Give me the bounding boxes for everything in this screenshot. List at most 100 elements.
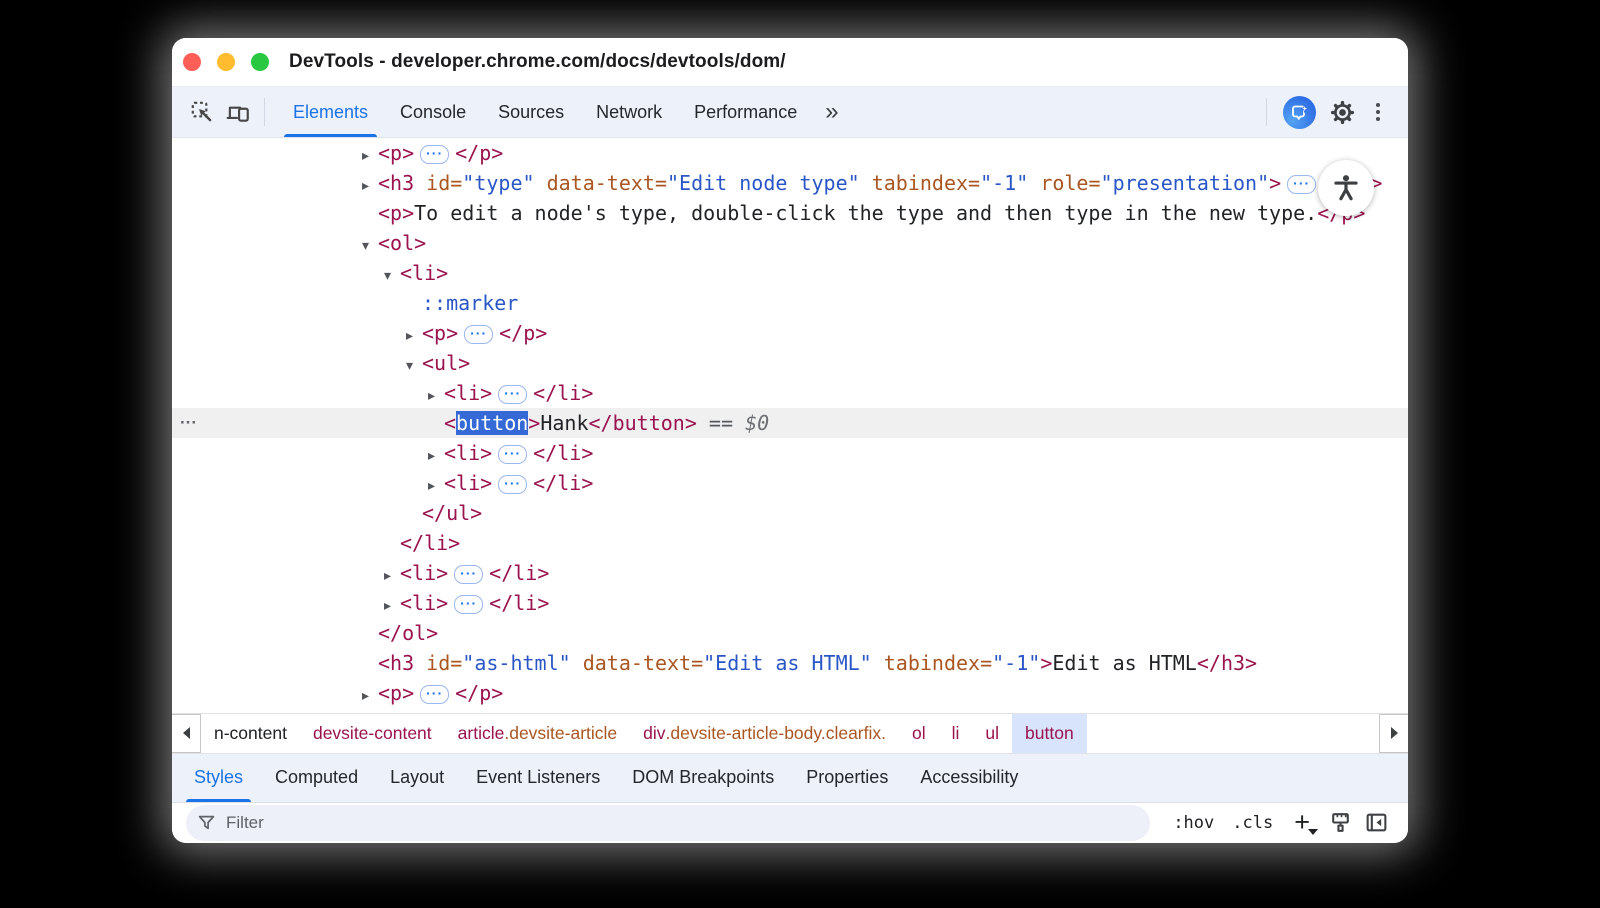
new-style-rule-button[interactable]: + bbox=[1292, 809, 1312, 836]
breadcrumb-item[interactable]: devsite-content bbox=[300, 714, 445, 753]
code-token: ::marker bbox=[422, 291, 518, 315]
more-tabs-button[interactable]: » bbox=[819, 100, 844, 124]
inline-expand-button[interactable]: ··· bbox=[464, 325, 493, 344]
dom-tree-row[interactable]: ▸<li>···</li> bbox=[172, 588, 1408, 618]
tab-console[interactable]: Console bbox=[397, 87, 469, 137]
element-classes-button[interactable]: .cls bbox=[1232, 813, 1273, 833]
code-token: data-text= bbox=[583, 651, 703, 675]
dom-tree-row[interactable]: <p>To edit a node's type, double-click t… bbox=[172, 198, 1408, 228]
brush-icon[interactable] bbox=[1322, 805, 1358, 841]
disclosure-triangle[interactable]: ▾ bbox=[362, 231, 378, 261]
toggle-element-state-button[interactable]: :hov bbox=[1173, 813, 1214, 833]
disclosure-triangle[interactable]: ▸ bbox=[406, 321, 422, 351]
dom-tree-row[interactable]: </ol> bbox=[172, 618, 1408, 648]
left-triangle-icon bbox=[183, 727, 190, 739]
kebab-menu-icon[interactable] bbox=[1360, 94, 1396, 130]
breadcrumb-item[interactable]: n-content bbox=[201, 714, 300, 753]
crumb-scroll-left-button[interactable] bbox=[172, 714, 201, 753]
code-token: </ol> bbox=[378, 621, 438, 645]
disclosure-triangle[interactable]: ▸ bbox=[428, 471, 444, 501]
inline-expand-button[interactable]: ··· bbox=[420, 145, 449, 164]
disclosure-triangle[interactable]: ▸ bbox=[362, 171, 378, 201]
ai-assistance-icon[interactable] bbox=[1283, 96, 1316, 129]
disclosure-triangle[interactable]: ▸ bbox=[428, 381, 444, 411]
tab-properties[interactable]: Properties bbox=[802, 754, 892, 802]
device-toolbar-icon[interactable] bbox=[220, 94, 256, 130]
tab-accessibility[interactable]: Accessibility bbox=[916, 754, 1022, 802]
dom-tree-row[interactable]: ···<button>Hank</button> == $0 bbox=[172, 408, 1408, 438]
close-button[interactable] bbox=[183, 53, 201, 71]
dom-tree-row[interactable]: </li> bbox=[172, 528, 1408, 558]
breadcrumb-item[interactable]: ol bbox=[899, 714, 939, 753]
inline-expand-button[interactable]: ··· bbox=[498, 385, 527, 404]
code-token: </p> bbox=[499, 321, 547, 345]
inline-expand-button[interactable]: ··· bbox=[498, 475, 527, 494]
settings-gear-icon[interactable] bbox=[1324, 94, 1360, 130]
toolbar-right-cluster bbox=[1258, 94, 1396, 130]
breadcrumb-item[interactable]: button bbox=[1012, 714, 1087, 753]
toggle-sidebar-icon[interactable] bbox=[1358, 805, 1394, 841]
inspect-element-icon[interactable] bbox=[184, 94, 220, 130]
zoom-button[interactable] bbox=[251, 53, 269, 71]
tab-network[interactable]: Network bbox=[593, 87, 665, 137]
breadcrumb-item[interactable]: li bbox=[939, 714, 973, 753]
styles-filter-pill[interactable] bbox=[186, 805, 1150, 841]
inline-expand-button[interactable]: ··· bbox=[1287, 175, 1316, 194]
tab-elements[interactable]: Elements bbox=[290, 87, 371, 137]
inline-expand-button[interactable]: ··· bbox=[454, 565, 483, 584]
breadcrumb-item[interactable]: article.devsite-article bbox=[445, 714, 631, 753]
dom-tree-row[interactable]: ▸<li>···</li> bbox=[172, 438, 1408, 468]
dom-tree-row[interactable]: <h3 id="as-html" data-text="Edit as HTML… bbox=[172, 648, 1408, 678]
tab-sources[interactable]: Sources bbox=[495, 87, 567, 137]
crumb-scroll-right-button[interactable] bbox=[1379, 714, 1408, 753]
breadcrumb-part: devsite-content bbox=[313, 723, 432, 744]
dom-tree-row[interactable]: ▸<li>···</li> bbox=[172, 558, 1408, 588]
disclosure-triangle[interactable]: ▸ bbox=[362, 681, 378, 711]
code-token: == bbox=[697, 411, 745, 435]
code-token: <p> bbox=[378, 141, 414, 165]
tab-event-listeners[interactable]: Event Listeners bbox=[472, 754, 604, 802]
dom-tree-row[interactable]: ▸<h3 id="type" data-text="Edit node type… bbox=[172, 168, 1408, 198]
styles-filter-input[interactable] bbox=[224, 812, 528, 834]
disclosure-triangle[interactable]: ▸ bbox=[384, 561, 400, 591]
code-token: button bbox=[456, 411, 528, 435]
tab-dom-breakpoints[interactable]: DOM Breakpoints bbox=[628, 754, 778, 802]
dom-tree-row[interactable]: ▸<li>···</li> bbox=[172, 378, 1408, 408]
dom-tree-row[interactable]: ▾<li> bbox=[172, 258, 1408, 288]
dom-tree-row[interactable]: ▸<p>···</p> bbox=[172, 678, 1408, 708]
dom-tree-row[interactable]: ▾<ul> bbox=[172, 348, 1408, 378]
dom-tree-row[interactable]: ::marker bbox=[172, 288, 1408, 318]
dom-tree-row[interactable]: ▸<li>···</li> bbox=[172, 468, 1408, 498]
dom-tree: ▸<p>···</p>▸<h3 id="type" data-text="Edi… bbox=[172, 138, 1408, 713]
tab-layout[interactable]: Layout bbox=[386, 754, 448, 802]
disclosure-triangle[interactable]: ▾ bbox=[384, 261, 400, 291]
code-token: "-1" bbox=[992, 651, 1040, 675]
code-token: <p> bbox=[378, 681, 414, 705]
code-token: </li> bbox=[400, 531, 460, 555]
tab-styles[interactable]: Styles bbox=[190, 754, 247, 802]
breadcrumb-part: ol bbox=[912, 723, 926, 744]
inline-expand-button[interactable]: ··· bbox=[498, 445, 527, 464]
right-triangle-icon bbox=[1391, 727, 1398, 739]
tab-performance[interactable]: Performance bbox=[691, 87, 800, 137]
code-token: "Edit as HTML" bbox=[703, 651, 884, 675]
inline-expand-button[interactable]: ··· bbox=[420, 685, 449, 704]
minimize-button[interactable] bbox=[217, 53, 235, 71]
disclosure-triangle[interactable]: ▸ bbox=[362, 141, 378, 171]
disclosure-triangle[interactable]: ▾ bbox=[406, 351, 422, 381]
inline-expand-button[interactable]: ··· bbox=[454, 595, 483, 614]
breadcrumb-item[interactable]: ul bbox=[972, 714, 1012, 753]
code-token: data-text= bbox=[547, 171, 667, 195]
dom-tree-row[interactable]: ▸<p>···</p> bbox=[172, 138, 1408, 168]
disclosure-triangle[interactable]: ▸ bbox=[384, 591, 400, 621]
breadcrumb-item[interactable]: div.devsite-article-body.clearfix. bbox=[630, 714, 899, 753]
row-actions-dots-icon[interactable]: ··· bbox=[180, 408, 197, 438]
code-token: <li> bbox=[400, 561, 448, 585]
tab-computed[interactable]: Computed bbox=[271, 754, 362, 802]
disclosure-triangle[interactable]: ▸ bbox=[428, 441, 444, 471]
breadcrumb-part: article bbox=[458, 723, 505, 744]
dom-tree-row[interactable]: ▸<p>···</p> bbox=[172, 318, 1408, 348]
dom-tree-row[interactable]: </ul> bbox=[172, 498, 1408, 528]
dom-tree-row[interactable]: ▾<ol> bbox=[172, 228, 1408, 258]
code-token: > bbox=[1040, 651, 1052, 675]
